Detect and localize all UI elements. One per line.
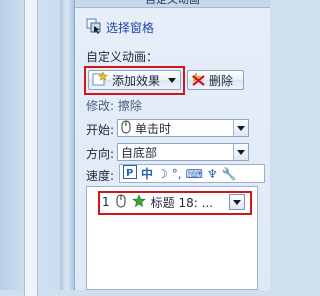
svg-text:P: P bbox=[126, 168, 133, 179]
ime-logo-icon[interactable]: P bbox=[123, 165, 137, 182]
delete-icon bbox=[190, 71, 206, 90]
list-item[interactable]: 1 标题 18: ... bbox=[98, 191, 252, 215]
punctuation-icon[interactable]: °, bbox=[172, 167, 182, 181]
ime-toolbar[interactable]: P 中 ☽ °, ⌨ ♆ 🔧 bbox=[119, 164, 265, 183]
direction-select[interactable]: 自底部 bbox=[117, 143, 249, 161]
half-width-moon-icon[interactable]: ☽ bbox=[157, 167, 168, 181]
speed-label: 速度: bbox=[86, 169, 115, 183]
wipe-effect-icon bbox=[131, 193, 146, 211]
pane-title: 自定义动画 bbox=[75, 0, 270, 8]
select-pane-link[interactable]: 选择窗格 bbox=[86, 18, 154, 36]
list-item-index: 1 bbox=[102, 195, 110, 209]
pane-splitter[interactable] bbox=[60, 0, 75, 290]
mouse-click-icon bbox=[115, 194, 127, 211]
soft-keyboard-icon[interactable]: ⌨ bbox=[186, 167, 203, 181]
ime-chinese-mode[interactable]: 中 bbox=[141, 165, 153, 182]
custom-animation-label: 自定义动画： bbox=[86, 50, 159, 64]
select-pane-label: 选择窗格 bbox=[106, 20, 155, 35]
direction-label: 方向: bbox=[86, 147, 115, 161]
add-effect-button[interactable]: 添加效果 bbox=[88, 70, 181, 90]
start-dropdown-arrow[interactable] bbox=[233, 120, 248, 136]
ime-menu-icon[interactable]: ♆ bbox=[207, 167, 218, 181]
start-value: 单击时 bbox=[135, 121, 172, 136]
chevron-down-icon bbox=[168, 77, 176, 83]
start-label: 开始: bbox=[86, 123, 115, 137]
list-item-dropdown[interactable] bbox=[229, 194, 245, 210]
modify-label: 修改: 擦除 bbox=[86, 99, 142, 113]
add-effect-star-icon bbox=[92, 70, 108, 90]
start-select[interactable]: 单击时 bbox=[117, 119, 249, 137]
direction-dropdown-arrow[interactable] bbox=[233, 144, 248, 160]
ime-settings-icon[interactable]: 🔧 bbox=[222, 167, 237, 181]
mouse-click-icon bbox=[120, 120, 132, 137]
delete-button[interactable]: 删除 bbox=[187, 70, 244, 90]
delete-label: 删除 bbox=[209, 73, 234, 88]
direction-value: 自底部 bbox=[121, 145, 158, 160]
selection-pane-icon bbox=[86, 18, 102, 37]
slide-thumbnail-edge bbox=[24, 0, 38, 296]
list-item-title: 标题 18: ... bbox=[150, 195, 214, 210]
add-effect-label: 添加效果 bbox=[112, 73, 161, 88]
